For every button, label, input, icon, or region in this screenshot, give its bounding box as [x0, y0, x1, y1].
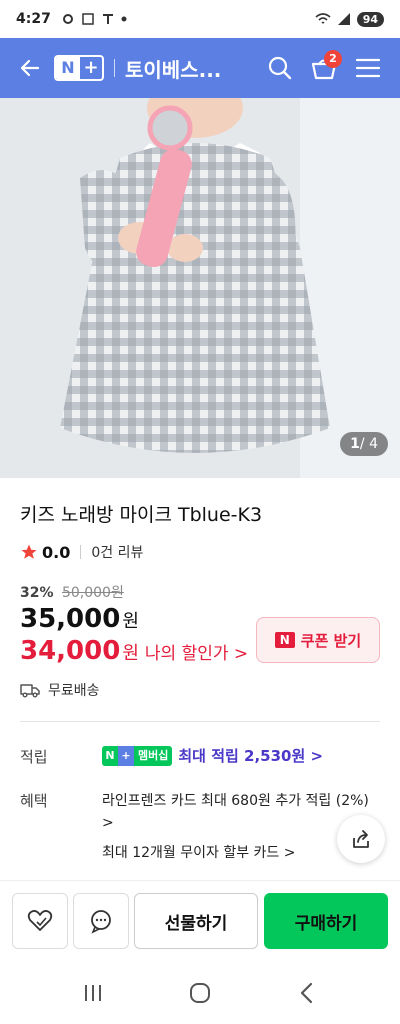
wifi-icon: [315, 13, 331, 24]
coupon-label: 쿠폰 받기: [300, 631, 362, 650]
store-name[interactable]: 토이베스...: [125, 54, 258, 83]
gift-button[interactable]: 선물하기: [134, 893, 258, 949]
system-nav-bar: [0, 962, 400, 1024]
tesla-icon: [102, 14, 113, 24]
my-price-label: 나의 할인가 >: [144, 644, 249, 664]
section-divider: [20, 721, 380, 722]
points-value: 최대 적립 2,530원 >: [178, 747, 324, 765]
signal-icon: [337, 13, 350, 25]
my-discount-price[interactable]: 34,000 원 나의 할인가 >: [20, 636, 248, 666]
back-button[interactable]: [10, 48, 50, 88]
app-header: N + 토이베스... 2: [0, 38, 400, 98]
cart-badge: 2: [324, 50, 342, 68]
rating-score: 0.0: [42, 542, 71, 562]
sale-price: 35,000 원: [20, 604, 139, 634]
logo-plus: +: [83, 57, 99, 78]
wishlist-button[interactable]: [12, 893, 68, 949]
status-right: 94: [315, 11, 384, 27]
discount-percent: 32%: [20, 585, 54, 601]
back-nav-icon[interactable]: [295, 981, 319, 1005]
benefit-installment[interactable]: 최대 12개월 무이자 할부 카드 >: [102, 842, 295, 862]
image-counter: 1/ 4: [340, 432, 388, 456]
benefit-card-points[interactable]: 라인프렌즈 카드 최대 680원 추가 적립 (2%) >: [102, 790, 372, 834]
naver-plus-logo[interactable]: N +: [54, 55, 104, 81]
recent-apps-icon[interactable]: [81, 982, 105, 1004]
product-title: 키즈 노래방 마이크 Tblue-K3: [20, 504, 263, 526]
image-counter-total: / 4: [359, 436, 378, 452]
home-icon[interactable]: [188, 981, 212, 1005]
truck-icon: [20, 684, 40, 698]
bottom-action-bar: 선물하기 구매하기: [0, 880, 400, 960]
shipping-label: 무료배송: [48, 683, 100, 699]
membership-n: N: [102, 745, 118, 766]
membership-plus: +: [118, 745, 134, 766]
share-icon: [353, 830, 369, 848]
image-counter-current: 1: [350, 436, 360, 452]
membership-text: 멤버십: [134, 745, 173, 766]
buy-button[interactable]: 구매하기: [264, 893, 388, 949]
product-image[interactable]: 1/ 4: [0, 98, 400, 478]
coupon-button[interactable]: N 쿠폰 받기: [256, 617, 380, 663]
search-button[interactable]: [258, 46, 302, 90]
screenshot-icon: [82, 13, 94, 25]
share-button[interactable]: [337, 815, 385, 863]
discount-row: 32% 50,000원: [20, 582, 124, 602]
status-bar: 4:27 94: [0, 0, 400, 38]
my-price-currency: 원: [122, 643, 139, 664]
settings-icon: [62, 14, 73, 24]
rating-row[interactable]: 0.0 0건 리뷰: [20, 542, 143, 562]
cart-button[interactable]: 2: [302, 46, 346, 90]
sale-price-value: 35,000: [20, 604, 121, 634]
chat-button[interactable]: [73, 893, 129, 949]
heart-icon: [27, 910, 53, 931]
dot-icon: [121, 16, 127, 22]
membership-badge: N + 멤버십: [102, 745, 173, 766]
points-value-row[interactable]: N + 멤버십 최대 적립 2,530원 >: [102, 745, 323, 766]
product-photo: [0, 98, 400, 478]
battery-indicator: 94: [356, 11, 384, 27]
header-divider: [114, 59, 115, 77]
rating-divider: [80, 545, 82, 559]
star-icon: [21, 544, 37, 559]
search-icon: [268, 56, 292, 80]
menu-button[interactable]: [346, 46, 390, 90]
hamburger-icon: [355, 58, 381, 78]
status-time: 4:27: [16, 11, 51, 27]
logo-n: N: [56, 57, 80, 79]
shipping-info: 무료배송: [20, 680, 100, 700]
arrow-left-icon: [20, 59, 40, 77]
chat-icon: [91, 910, 111, 934]
currency-unit: 원: [122, 611, 139, 632]
review-count: 0건 리뷰: [91, 545, 144, 561]
my-price-value: 34,000: [20, 636, 121, 666]
notification-icons: [61, 12, 127, 26]
naver-n-icon: N: [274, 632, 295, 648]
points-label: 적립: [20, 748, 48, 766]
benefit-label: 혜택: [20, 792, 48, 810]
original-price: 50,000원: [61, 585, 124, 601]
